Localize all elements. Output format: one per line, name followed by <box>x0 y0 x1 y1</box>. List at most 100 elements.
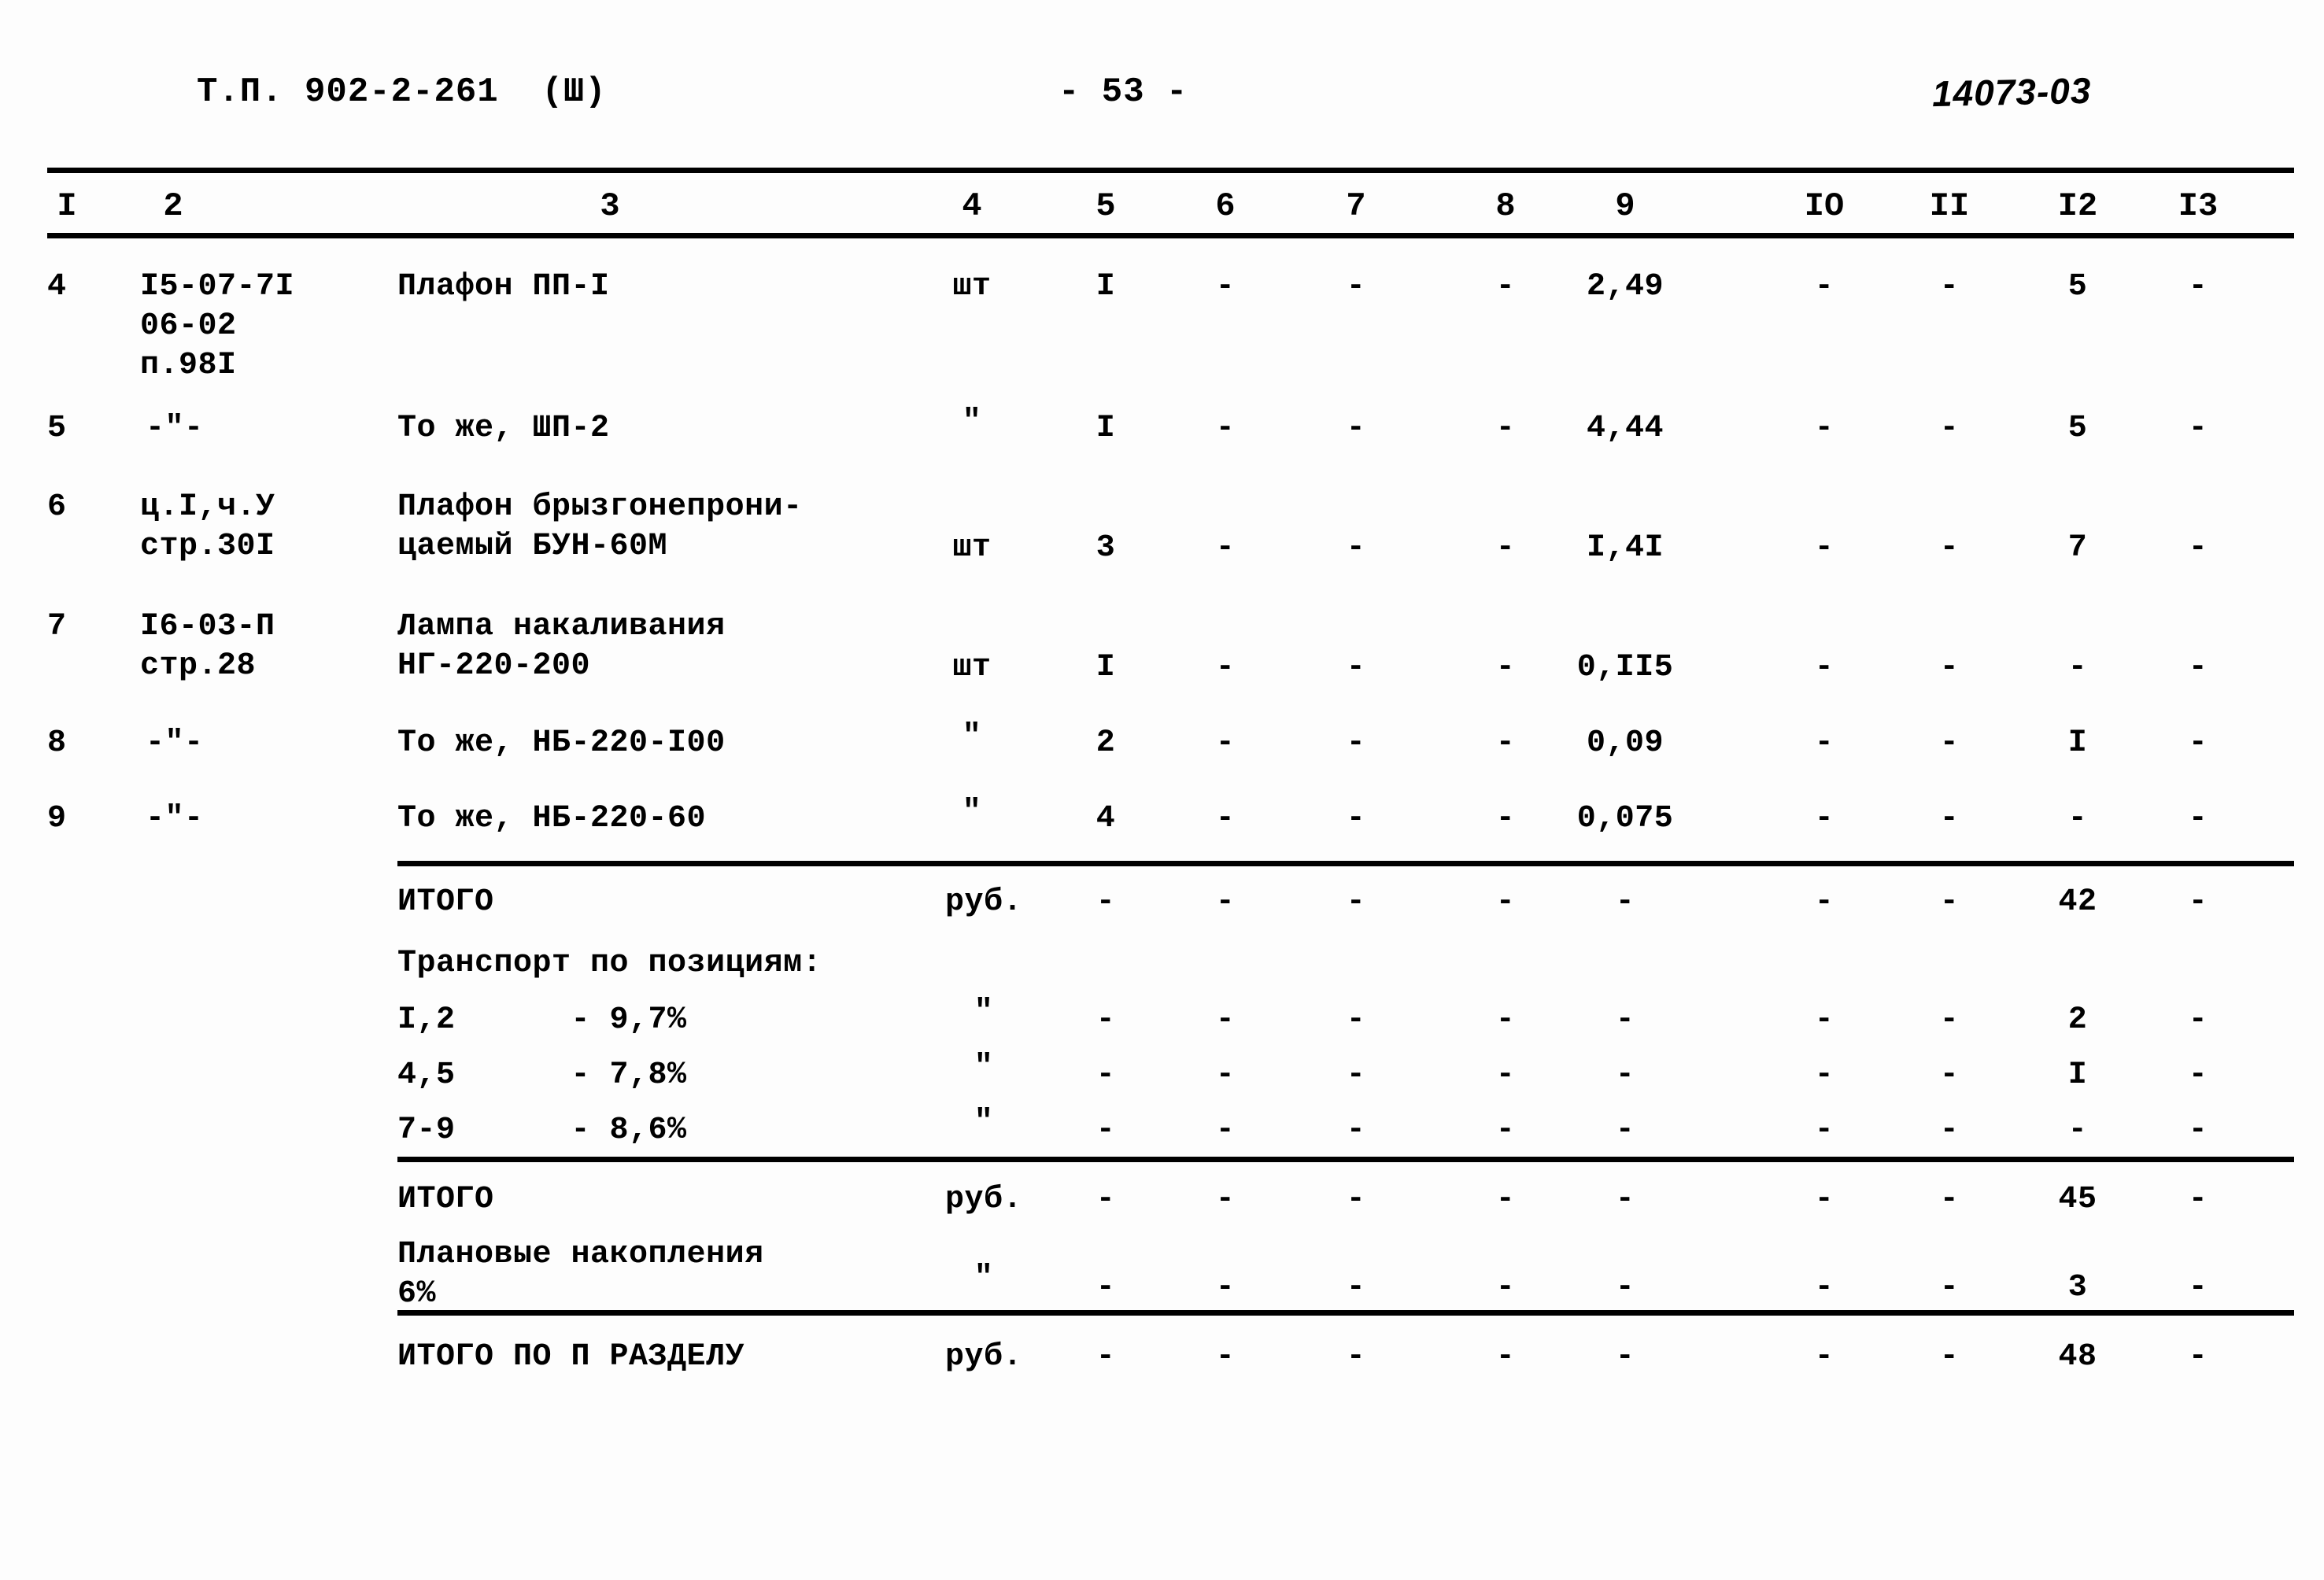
totals-row-cell: - <box>1939 1002 1960 1038</box>
table-row: I <box>1095 650 1116 685</box>
table-row: 9 <box>47 801 67 836</box>
table-row: - <box>2067 650 2088 685</box>
totals-row-cell: - <box>1346 1339 1366 1375</box>
totals-mid-rule-2 <box>397 1310 2294 1316</box>
table-row: - <box>2188 530 2208 566</box>
table-row: Лампа накаливания НГ-220-200 <box>397 609 726 684</box>
table-row: - <box>1215 269 1236 305</box>
totals-row-cell: - <box>2188 1339 2208 1375</box>
totals-row-unit: " <box>974 1105 994 1140</box>
totals-row-cell: - <box>1814 1270 1834 1305</box>
totals-row-cell: - <box>1215 1002 1236 1038</box>
table-row: I5-07-7I 06-02 п.98I <box>140 269 295 383</box>
totals-row-cell: - <box>1495 1270 1516 1305</box>
totals-row-cell: - <box>1215 1058 1236 1093</box>
estimate-table: I 2 3 4 5 6 7 8 9 IO II I2 I3 4 I5-07-7I… <box>0 0 2324 1580</box>
totals-top-rule <box>397 861 2294 866</box>
totals-row-cell: - <box>1814 1339 1834 1375</box>
totals-row-label: I,2 - 9,7% <box>397 1002 687 1038</box>
table-row: - <box>1346 801 1366 836</box>
column-header-12: I2 <box>2057 187 2098 225</box>
table-row: - <box>1215 530 1236 566</box>
totals-row-cell: - <box>1615 1002 1635 1038</box>
table-row: 7 <box>47 609 67 644</box>
totals-row-label: Транспорт по позициям: <box>397 946 822 981</box>
table-row: I,4I <box>1586 530 1664 566</box>
totals-row-cell: - <box>1095 1270 1116 1305</box>
totals-row-cell: 45 <box>2058 1182 2097 1217</box>
table-top-rule-upper <box>47 168 2294 173</box>
table-row: - <box>1939 269 1960 305</box>
table-row: - <box>1814 530 1834 566</box>
totals-row-cell: - <box>1215 1113 1236 1148</box>
totals-row-cell: - <box>1814 1113 1834 1148</box>
table-row: - <box>1495 411 1516 446</box>
table-row: - <box>1495 725 1516 761</box>
table-row: 0,075 <box>1576 801 1674 836</box>
table-row: -"- <box>146 801 204 836</box>
totals-row-cell: 2 <box>2067 1002 2088 1038</box>
totals-row-cell: - <box>2188 1002 2208 1038</box>
table-row: Плафон брызгонепрони- цаемый БУН-60М <box>397 489 803 564</box>
totals-row-cell: - <box>2188 1270 2208 1305</box>
table-row: - <box>1814 801 1834 836</box>
table-row: 7 <box>2067 530 2088 566</box>
table-row: То же, ШП-2 <box>397 411 610 446</box>
totals-row-unit: " <box>974 1261 994 1296</box>
totals-row-cell: - <box>1495 1113 1516 1148</box>
totals-row-cell: - <box>2188 1058 2208 1093</box>
totals-row-cell: - <box>1215 1339 1236 1375</box>
totals-row-cell: - <box>1095 884 1116 920</box>
column-header-8: 8 <box>1495 187 1516 225</box>
table-row: " <box>962 795 982 830</box>
totals-row-cell: - <box>1095 1339 1116 1375</box>
table-row: шт <box>952 269 992 305</box>
table-row: 3 <box>1095 530 1116 566</box>
table-top-rule-lower <box>47 233 2294 238</box>
totals-row-unit: " <box>974 1050 994 1085</box>
table-row: шт <box>952 650 992 685</box>
totals-row-label: ИТОГО <box>397 1182 494 1217</box>
table-row: - <box>2067 801 2088 836</box>
column-header-2: 2 <box>163 187 183 225</box>
table-row: - <box>1939 530 1960 566</box>
table-row: - <box>2188 411 2208 446</box>
table-row: 2 <box>1095 725 1116 761</box>
table-row: - <box>1939 801 1960 836</box>
totals-row-cell: - <box>1346 884 1366 920</box>
totals-row-cell: - <box>1814 1182 1834 1217</box>
column-header-5: 5 <box>1095 187 1116 225</box>
column-header-7: 7 <box>1346 187 1366 225</box>
totals-row-cell: - <box>1095 1002 1116 1038</box>
totals-mid-rule-1 <box>397 1157 2294 1162</box>
totals-row-cell: - <box>1215 884 1236 920</box>
table-row: - <box>1814 725 1834 761</box>
totals-row-cell: - <box>1939 1182 1960 1217</box>
table-row: - <box>1215 725 1236 761</box>
totals-row-cell: - <box>1495 1339 1516 1375</box>
table-row: - <box>1346 269 1366 305</box>
table-row: - <box>1814 411 1834 446</box>
totals-row-cell: - <box>1095 1182 1116 1217</box>
table-row: 2,49 <box>1586 269 1664 305</box>
totals-row-cell: 42 <box>2058 884 2097 920</box>
table-row: - <box>1939 725 1960 761</box>
table-row: - <box>1346 530 1366 566</box>
totals-row-cell: - <box>2188 1113 2208 1148</box>
totals-row-cell: - <box>1615 1339 1635 1375</box>
totals-row-unit: руб. <box>944 1182 1022 1217</box>
table-row: - <box>1215 411 1236 446</box>
totals-row-cell: - <box>1346 1058 1366 1093</box>
column-header-9: 9 <box>1615 187 1635 225</box>
table-row: - <box>2188 725 2208 761</box>
table-row: шт <box>952 530 992 566</box>
totals-row-cell: - <box>2188 1182 2208 1217</box>
totals-row-unit: " <box>974 995 994 1030</box>
totals-row-cell: - <box>1615 1113 1635 1148</box>
totals-row-label: Плановые накопления 6% <box>397 1237 764 1312</box>
totals-row-cell: - <box>1814 1002 1834 1038</box>
column-header-1: I <box>57 187 77 225</box>
table-row: I <box>2067 725 2088 761</box>
document-page: Т.П. 902-2-261 (Ш) - 53 - 14073-03 I 2 3… <box>0 0 2324 1580</box>
table-row: 0,II5 <box>1576 650 1674 685</box>
